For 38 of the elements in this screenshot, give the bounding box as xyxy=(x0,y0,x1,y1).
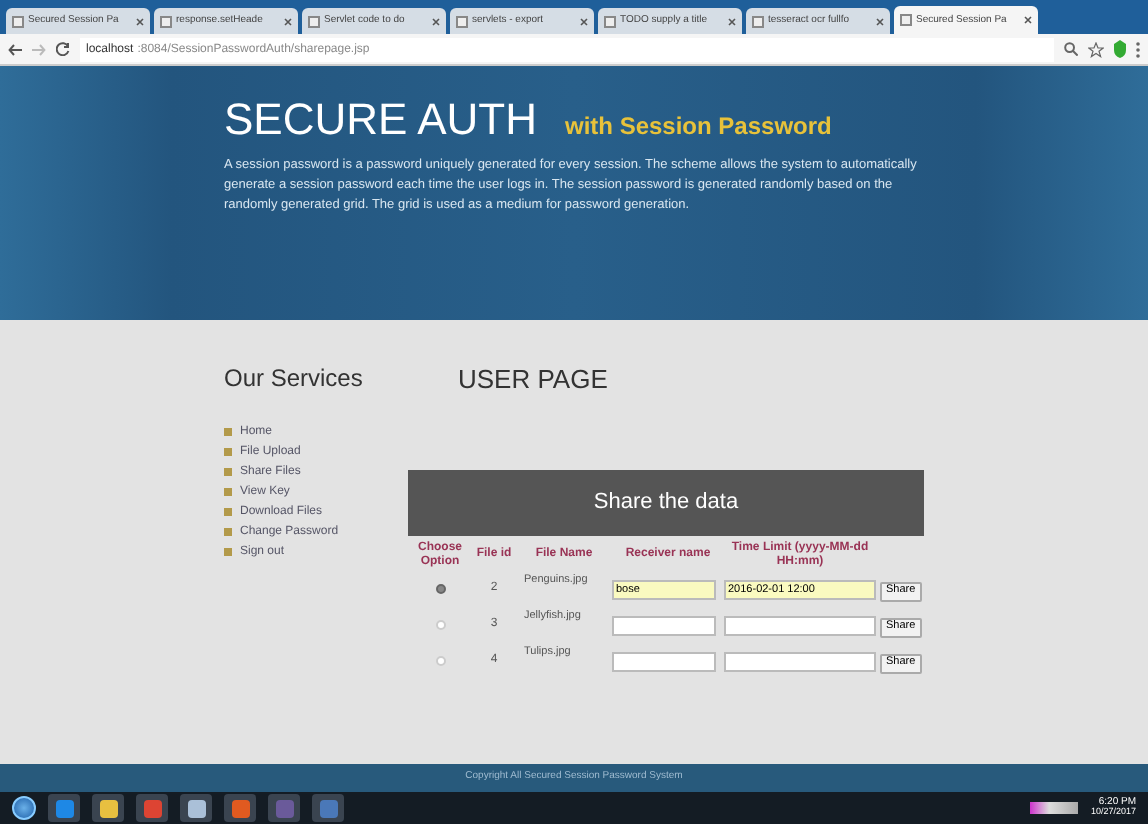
bullet-icon xyxy=(224,528,232,536)
bullet-icon xyxy=(224,448,232,456)
close-icon[interactable] xyxy=(136,17,144,25)
site-title: SECURE AUTH xyxy=(224,98,537,142)
close-icon[interactable] xyxy=(876,17,884,25)
close-icon[interactable] xyxy=(1024,16,1032,24)
page-icon xyxy=(160,15,172,27)
radio-button[interactable] xyxy=(435,584,445,594)
panel-title: Share the data xyxy=(593,487,739,518)
bullet-icon xyxy=(224,488,232,496)
start-button[interactable] xyxy=(12,796,36,820)
shield-icon[interactable] xyxy=(1114,40,1126,58)
close-icon[interactable] xyxy=(580,17,588,25)
close-icon[interactable] xyxy=(728,17,736,25)
receiver-field[interactable] xyxy=(612,651,716,671)
site-subtitle: with Session Password xyxy=(564,114,832,138)
page-icon xyxy=(752,15,764,27)
close-icon[interactable] xyxy=(284,17,292,25)
page-icon xyxy=(12,15,24,27)
star-icon[interactable] xyxy=(1088,41,1104,57)
bullet-icon xyxy=(224,548,232,556)
time-limit-field[interactable] xyxy=(724,615,876,635)
page-icon xyxy=(308,15,320,27)
bullet-icon xyxy=(224,508,232,516)
time-limit-field[interactable] xyxy=(724,651,876,671)
reload-icon[interactable] xyxy=(56,42,70,56)
page-icon xyxy=(456,15,468,27)
page-icon xyxy=(604,15,616,27)
sidebar-title: Our Services xyxy=(224,362,365,396)
receiver-field[interactable] xyxy=(612,615,716,635)
bullet-icon xyxy=(224,468,232,476)
back-icon[interactable] xyxy=(8,43,22,55)
bullet-icon xyxy=(224,428,232,436)
page-icon xyxy=(900,14,912,26)
tray-icon[interactable] xyxy=(1030,802,1079,814)
close-icon[interactable] xyxy=(432,17,440,25)
zoom-icon[interactable] xyxy=(1064,42,1078,56)
page-title: USER PAGE xyxy=(458,362,610,398)
